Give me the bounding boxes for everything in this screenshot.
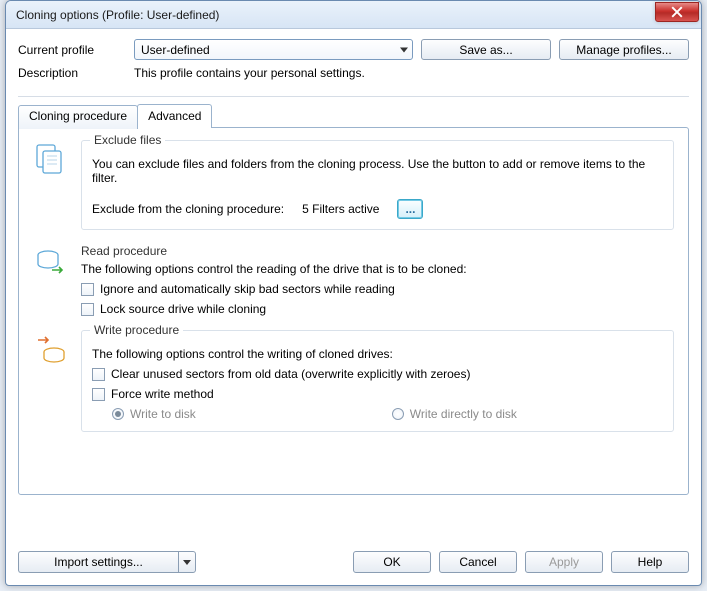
write-opt2-row: Force write method xyxy=(92,387,663,401)
write-opt1-label: Clear unused sectors from old data (over… xyxy=(111,367,470,381)
read-opt1-label: Ignore and automatically skip bad sector… xyxy=(100,282,395,296)
checkbox-ignore-bad-sectors[interactable] xyxy=(81,283,94,296)
radio-write-directly-label: Write directly to disk xyxy=(410,407,517,421)
checkbox-lock-source[interactable] xyxy=(81,303,94,316)
import-settings-button[interactable]: Import settings... xyxy=(18,551,178,573)
exclude-label: Exclude from the cloning procedure: xyxy=(92,202,284,216)
write-opt1-row: Clear unused sectors from old data (over… xyxy=(92,367,663,381)
read-procedure-icon xyxy=(33,244,69,316)
tab-content-advanced: Exclude files You can exclude files and … xyxy=(18,127,689,495)
write-procedure-icon xyxy=(33,330,69,432)
description-row: Description This profile contains your p… xyxy=(18,66,689,80)
radio-write-directly xyxy=(392,408,404,420)
write-fieldset: Write procedure The following options co… xyxy=(81,330,674,432)
tabs: Cloning procedure Advanced E xyxy=(18,105,689,495)
tab-cloning-procedure[interactable]: Cloning procedure xyxy=(18,105,138,129)
footer: Import settings... OK Cancel Apply Help xyxy=(6,541,701,585)
read-opt2-label: Lock source drive while cloning xyxy=(100,302,266,316)
exclude-files-icon xyxy=(33,140,69,230)
write-opt2-label: Force write method xyxy=(111,387,214,401)
titlebar: Cloning options (Profile: User-defined) xyxy=(6,1,701,29)
write-radio-row: Write to disk Write directly to disk xyxy=(112,407,663,421)
group-exclude-files: Exclude files You can exclude files and … xyxy=(33,140,674,230)
read-opt2-row: Lock source drive while cloning xyxy=(81,302,674,316)
current-profile-label: Current profile xyxy=(18,43,126,57)
read-opt1-row: Ignore and automatically skip bad sector… xyxy=(81,282,674,296)
tab-advanced[interactable]: Advanced xyxy=(137,104,212,128)
description-label: Description xyxy=(18,66,126,80)
ok-button[interactable]: OK xyxy=(353,551,431,573)
help-button[interactable]: Help xyxy=(611,551,689,573)
checkbox-clear-unused[interactable] xyxy=(92,368,105,381)
import-settings-splitbutton[interactable]: Import settings... xyxy=(18,551,196,573)
import-settings-dropdown[interactable] xyxy=(178,551,196,573)
window-title: Cloning options (Profile: User-defined) xyxy=(16,8,655,22)
write-legend: Write procedure xyxy=(90,323,183,337)
exclude-filters-button[interactable]: ... xyxy=(397,199,423,219)
manage-profiles-button[interactable]: Manage profiles... xyxy=(559,39,689,60)
exclude-status: 5 Filters active xyxy=(302,202,379,216)
description-text: This profile contains your personal sett… xyxy=(134,66,365,80)
radio-write-to-disk xyxy=(112,408,124,420)
group-read-procedure: Read procedure The following options con… xyxy=(33,244,674,316)
profile-row: Current profile User-defined Save as... … xyxy=(18,39,689,60)
write-text: The following options control the writin… xyxy=(92,347,663,361)
close-icon xyxy=(671,6,683,18)
chevron-down-icon xyxy=(400,47,408,52)
read-legend: Read procedure xyxy=(81,244,674,258)
cancel-button[interactable]: Cancel xyxy=(439,551,517,573)
chevron-down-icon xyxy=(183,560,191,565)
profile-combo-value: User-defined xyxy=(141,43,210,57)
apply-button[interactable]: Apply xyxy=(525,551,603,573)
client-area: Current profile User-defined Save as... … xyxy=(6,29,701,495)
close-button[interactable] xyxy=(655,2,699,22)
read-text: The following options control the readin… xyxy=(81,262,674,276)
save-as-button[interactable]: Save as... xyxy=(421,39,551,60)
profile-combo[interactable]: User-defined xyxy=(134,39,413,60)
dialog: Cloning options (Profile: User-defined) … xyxy=(5,0,702,586)
group-write-procedure: Write procedure The following options co… xyxy=(33,330,674,432)
radio-write-to-disk-label: Write to disk xyxy=(130,407,196,421)
exclude-legend: Exclude files xyxy=(90,133,165,147)
exclude-text: You can exclude files and folders from t… xyxy=(92,157,663,185)
divider xyxy=(18,96,689,97)
read-fieldset: Read procedure The following options con… xyxy=(81,244,674,316)
exclude-fieldset: Exclude files You can exclude files and … xyxy=(81,140,674,230)
checkbox-force-write[interactable] xyxy=(92,388,105,401)
